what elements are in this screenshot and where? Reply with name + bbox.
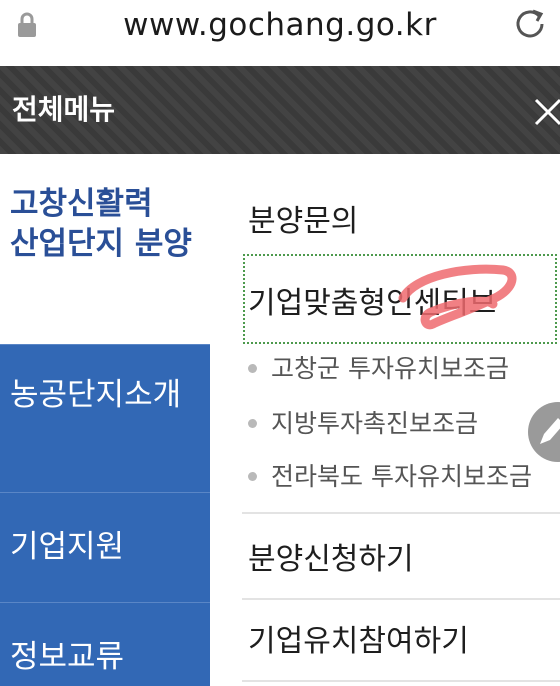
category-label: 농공단지소개 [10,377,182,413]
pencil-icon [540,418,560,444]
divider [242,680,560,682]
bullet-icon [248,363,257,373]
category-label: 기업지원 [10,529,125,565]
bullet-icon [248,471,257,481]
submenu-sale-inquiry[interactable]: 분양문의 [248,196,358,240]
submenu-apply[interactable]: 분양신청하기 [248,534,414,578]
category-info-exchange[interactable]: 정보교류 [0,602,210,686]
category-agri-complex[interactable]: 농공단지소개 [0,344,210,493]
left-category-nav: 고창신활력 산업단지 분양 농공단지소개 기업지원 정보교류 [0,154,210,686]
url-text[interactable]: www.gochang.go.kr [0,7,560,43]
submenu-list: 분양문의 기업맞춤형인센티브 고창군 투자유치보조금 지방투자촉진보조금 전라북… [210,154,560,685]
browser-url-bar[interactable]: www.gochang.go.kr [0,0,560,66]
subitem-gochang-subsidy[interactable]: 고창군 투자유치보조금 [248,349,509,385]
annotation-mark [398,264,517,330]
divider [242,512,560,514]
subitem-jeonbuk-subsidy[interactable]: 전라북도 투자유치보조금 [248,457,532,493]
menu-title: 전체메뉴 [12,93,116,126]
category-active-label: 고창신활력 산업단지 분양 [10,186,192,262]
category-label: 정보교류 [10,639,125,675]
menu-header: 전체메뉴 [0,66,560,154]
bullet-icon [248,418,257,428]
subitem-regional-subsidy[interactable]: 지방투자촉진보조금 [248,404,478,440]
divider [242,598,560,600]
category-active[interactable]: 고창신활력 산업단지 분양 [0,154,210,344]
reload-icon[interactable] [512,6,548,42]
category-business-support[interactable]: 기업지원 [0,492,210,603]
submenu-participate[interactable]: 기업유치참여하기 [248,616,469,660]
close-icon[interactable] [530,94,560,126]
